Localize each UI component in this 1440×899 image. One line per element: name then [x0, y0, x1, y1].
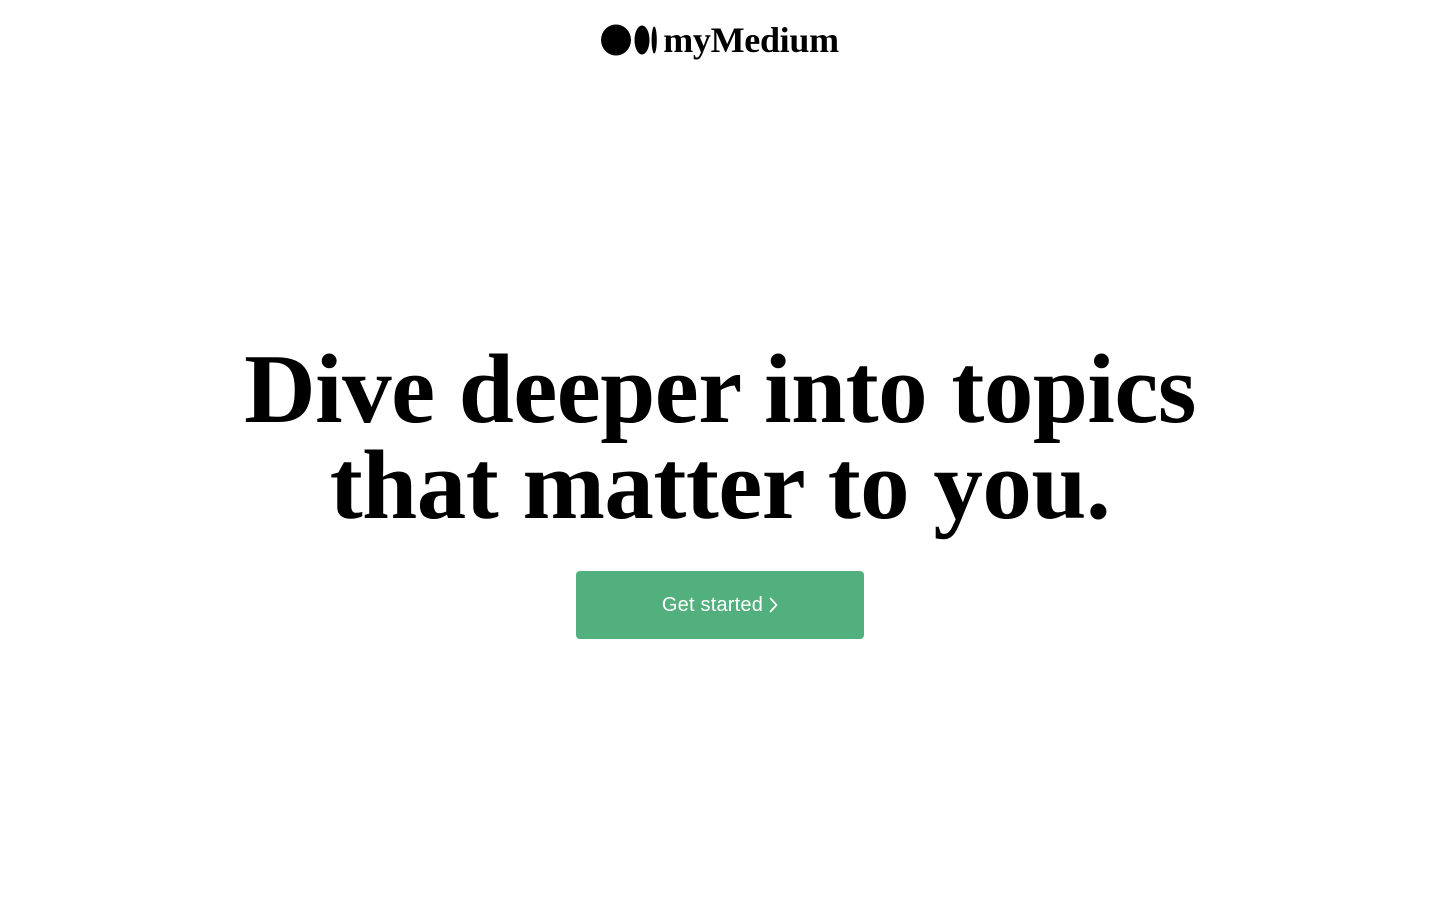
brand-logo-link[interactable]: myMedium [601, 22, 839, 58]
hero-title: Dive deeper into topics that matter to y… [244, 335, 1196, 540]
brand-name: myMedium [663, 20, 839, 60]
get-started-button[interactable]: Get started [576, 571, 864, 639]
site-header: myMedium [0, 18, 1440, 62]
hero-section: Dive deeper into topics that matter to y… [0, 335, 1440, 639]
hero-title-line-1: Dive deeper into topics [244, 335, 1196, 444]
hero-title-line-2: that matter to you. [329, 431, 1111, 540]
chevron-right-icon [769, 597, 778, 613]
get-started-label: Get started [661, 593, 764, 616]
medium-logo-icon [601, 24, 658, 56]
landing-page: myMedium Dive deeper into topics that ma… [0, 0, 1440, 899]
